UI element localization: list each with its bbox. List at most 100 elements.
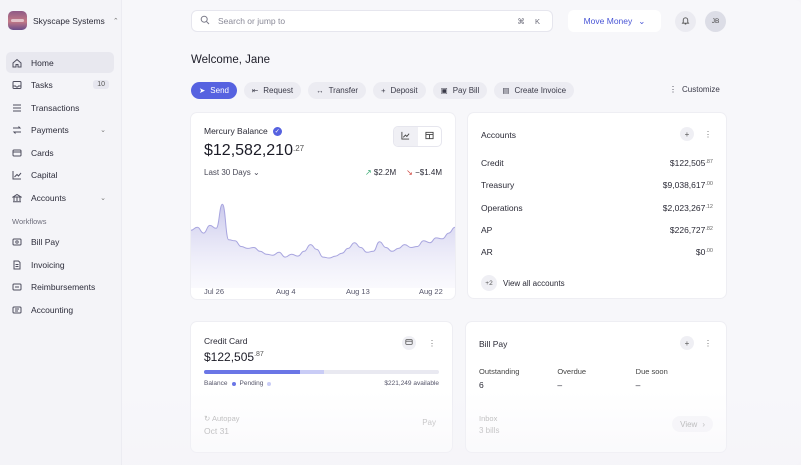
send-label: Send — [210, 86, 229, 95]
transfer-button[interactable]: ↔ Transfer — [308, 82, 367, 99]
autopay-label: ↻ Autopay — [204, 414, 240, 423]
arrow-up-right-icon: ↗ — [364, 168, 372, 177]
chart-icon — [12, 170, 22, 180]
line-chart-icon — [401, 131, 410, 142]
page-title: Welcome, Jane — [191, 54, 271, 66]
sidebar-item-label: Capital — [31, 170, 58, 181]
search-input[interactable]: Search or jump to — [218, 16, 517, 26]
add-account-button[interactable]: + — [680, 127, 694, 141]
sidebar-item-label: Transactions — [31, 102, 80, 113]
line-chart-toggle[interactable] — [394, 127, 418, 146]
kebab-icon: ⋮ — [669, 85, 677, 94]
customize-button[interactable]: ⋮ Customize — [669, 85, 720, 94]
app-window: Skyscape Systems ⌃ Home Tasks 10 Transac… — [0, 0, 801, 465]
more-options-icon[interactable]: ⋮ — [704, 130, 712, 139]
workflows-section-label: Workflows — [12, 216, 47, 226]
table-toggle[interactable] — [418, 127, 442, 146]
chevron-down-icon: ⌄ — [638, 15, 646, 26]
account-name: Operations — [481, 203, 523, 213]
account-amount-cents: .00 — [705, 181, 713, 187]
sidebar-item-capital[interactable]: Capital — [6, 165, 114, 186]
chevron-updown-icon: ⌃ — [112, 17, 119, 25]
notifications-button[interactable] — [675, 11, 696, 32]
receipt-icon — [12, 282, 22, 292]
sidebar-item-tasks[interactable]: Tasks 10 — [6, 75, 114, 96]
request-label: Request — [263, 86, 294, 95]
overdue-stat: Overdue – — [557, 367, 635, 390]
balance-area-chart — [191, 203, 455, 288]
sidebar-item-accounting[interactable]: Accounting — [6, 299, 114, 320]
sidebar-item-invoicing[interactable]: Invoicing — [6, 254, 114, 275]
search-icon — [200, 15, 210, 28]
sidebar-item-label: Bill Pay — [31, 237, 60, 248]
account-amount-main: $122,505 — [669, 158, 706, 168]
pay-bill-button[interactable]: ▣ Pay Bill — [432, 82, 488, 99]
deposit-label: Deposit — [390, 86, 418, 95]
credit-card-actions: ⋮ — [402, 336, 436, 350]
tasks-count-badge: 10 — [93, 79, 109, 89]
sidebar-item-label: Invoicing — [31, 259, 65, 270]
more-accounts-badge: +2 — [481, 275, 497, 291]
view-bills-button[interactable]: View › — [672, 416, 713, 432]
account-row[interactable]: AP $226,727.82 — [481, 225, 713, 235]
create-invoice-button[interactable]: ▤ Create Invoice — [494, 82, 575, 99]
avatar[interactable]: JB — [705, 11, 726, 32]
transfer-icon — [12, 125, 22, 135]
card-details-button[interactable] — [402, 336, 416, 350]
balance-amount: $12,582,210.27 — [204, 142, 304, 160]
account-amount-main: $2,023,267 — [662, 203, 706, 213]
accounts-card: Accounts + ⋮ Credit $122,505.87 Treasury… — [468, 113, 726, 298]
account-name: AP — [481, 225, 493, 235]
period-selector[interactable]: Last 30 Days ⌄ — [204, 168, 260, 177]
account-amount: $226,727.82 — [670, 225, 713, 235]
card-icon — [12, 148, 22, 158]
account-amount-cents: .87 — [705, 159, 713, 165]
inbox-bills: 3 bills — [479, 426, 500, 435]
credit-amount-main: $122,505 — [204, 350, 255, 364]
money-in: ↗ $2.2M — [365, 168, 396, 177]
chevron-right-icon: › — [702, 419, 705, 429]
view-label: View — [680, 419, 698, 429]
transfer-icon: ↔ — [316, 86, 324, 95]
balance-amount-main: $12,582,210 — [204, 142, 293, 159]
add-bill-button[interactable]: + — [680, 336, 694, 350]
inbox-section: Inbox 3 bills View › — [466, 402, 727, 452]
plus-icon: + — [684, 338, 690, 348]
deposit-button[interactable]: + Deposit — [373, 82, 426, 99]
chevron-down-icon: ⌄ — [252, 168, 260, 177]
sidebar-item-cards[interactable]: Cards — [6, 142, 114, 163]
customize-label: Customize — [682, 85, 720, 94]
sidebar-item-label: Reimbursements — [31, 282, 96, 293]
account-row[interactable]: AR $0.00 — [481, 247, 713, 257]
money-in-value: $2.2M — [373, 168, 397, 177]
view-all-accounts-link[interactable]: +2 View all accounts — [481, 275, 565, 291]
sidebar-item-home[interactable]: Home — [6, 52, 114, 73]
chart-view-toggle — [393, 126, 442, 147]
account-row[interactable]: Operations $2,023,267.12 — [481, 203, 713, 213]
stat-value: – — [557, 380, 563, 390]
org-switcher[interactable]: Skyscape Systems ⌃ — [8, 11, 119, 30]
account-row[interactable]: Treasury $9,038,617.00 — [481, 180, 713, 190]
x-label: Aug 22 — [419, 287, 443, 296]
move-money-button[interactable]: Move Money ⌄ — [568, 10, 661, 32]
money-flow-summary: ↗ $2.2M ↘ −$1.4M — [365, 168, 442, 177]
sidebar-item-payments[interactable]: Payments ⌄ — [6, 120, 114, 141]
request-button[interactable]: ⇤ Request — [243, 82, 302, 99]
account-amount-cents: .12 — [705, 204, 713, 210]
sidebar-item-accounts[interactable]: Accounts ⌄ — [6, 188, 114, 209]
balance-area-fill — [191, 204, 455, 288]
search-bar[interactable]: Search or jump to ⌘ K — [191, 10, 553, 32]
account-amount: $2,023,267.12 — [663, 203, 713, 213]
balance-amount-cents: .27 — [292, 144, 305, 153]
account-row[interactable]: Credit $122,505.87 — [481, 158, 713, 168]
document-icon: ▤ — [502, 86, 510, 95]
pay-button[interactable]: Pay — [422, 418, 436, 427]
more-options-icon[interactable]: ⋮ — [704, 339, 712, 348]
sidebar-item-reimbursements[interactable]: Reimbursements — [6, 277, 114, 298]
home-icon — [12, 58, 22, 68]
send-button[interactable]: ➤ Send — [191, 82, 237, 99]
due-soon-stat: Due soon – — [636, 367, 714, 390]
sidebar-item-bill-pay[interactable]: Bill Pay — [6, 232, 114, 253]
more-options-icon[interactable]: ⋮ — [428, 339, 436, 348]
sidebar-item-transactions[interactable]: Transactions — [6, 97, 114, 118]
